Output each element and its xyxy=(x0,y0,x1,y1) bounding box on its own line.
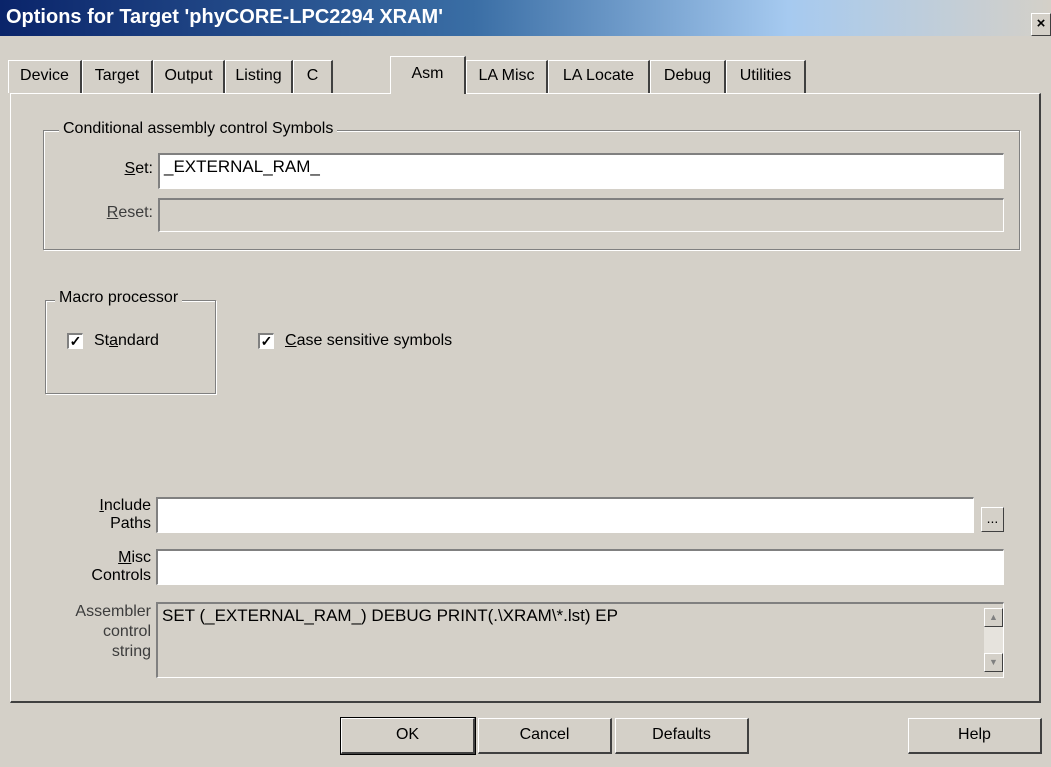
tab-asm[interactable]: Asm xyxy=(390,56,466,94)
scroll-down-button[interactable]: ▼ xyxy=(984,653,1003,672)
set-input[interactable]: _EXTERNAL_RAM_ xyxy=(158,153,1004,189)
case-sensitive-check-box[interactable]: ✓ xyxy=(258,333,274,349)
close-icon: × xyxy=(1036,15,1046,32)
standard-label: Standard xyxy=(94,332,159,349)
scroll-down-icon: ▼ xyxy=(989,657,998,667)
tab-c[interactable]: C xyxy=(293,60,333,93)
reset-label: Reset: xyxy=(106,204,153,221)
tab-la-misc[interactable]: LA Misc xyxy=(466,60,548,93)
tab-bar: Device Target Output Listing C Asm LA Mi… xyxy=(0,56,1051,94)
tab-output[interactable]: Output xyxy=(153,60,225,93)
scroll-up-icon: ▲ xyxy=(989,612,998,622)
tab-listing[interactable]: Listing xyxy=(225,60,293,93)
conditional-symbols-legend: Conditional assembly control Symbols xyxy=(59,120,338,138)
misc-controls-label: Misc Controls xyxy=(91,549,151,584)
include-paths-label: Include Paths xyxy=(99,497,151,532)
cancel-button[interactable]: Cancel xyxy=(478,718,612,754)
assembler-control-string: SET (_EXTERNAL_RAM_) DEBUG PRINT(.\XRAM\… xyxy=(156,602,1004,678)
standard-checkbox[interactable]: ✓ Standard xyxy=(67,332,159,350)
conditional-symbols-group xyxy=(43,130,1020,250)
tab-debug[interactable]: Debug xyxy=(650,60,726,93)
asm-tab-page: Conditional assembly control Symbols Set… xyxy=(10,93,1041,703)
tab-device[interactable]: Device xyxy=(8,60,82,93)
tab-target[interactable]: Target xyxy=(82,60,153,93)
help-button[interactable]: Help xyxy=(908,718,1042,754)
include-paths-input[interactable] xyxy=(156,497,974,533)
assembler-control-label: Assembler control string xyxy=(75,603,151,660)
ok-button[interactable]: OK xyxy=(340,717,476,755)
scroll-track[interactable] xyxy=(984,627,1003,653)
assembler-control-value: SET (_EXTERNAL_RAM_) DEBUG PRINT(.\XRAM\… xyxy=(162,606,618,625)
title-bar: Options for Target 'phyCORE-LPC2294 XRAM… xyxy=(0,0,1051,36)
tab-la-locate[interactable]: LA Locate xyxy=(548,60,650,93)
case-sensitive-checkbox[interactable]: ✓ Case sensitive symbols xyxy=(258,332,452,350)
standard-check-box[interactable]: ✓ xyxy=(67,333,83,349)
window-title: Options for Target 'phyCORE-LPC2294 XRAM… xyxy=(6,6,443,28)
set-label: Set: xyxy=(124,160,153,177)
misc-controls-input[interactable] xyxy=(156,549,1004,585)
macro-processor-legend: Macro processor xyxy=(55,289,183,307)
scroll-up-button[interactable]: ▲ xyxy=(984,608,1003,627)
defaults-button[interactable]: Defaults xyxy=(615,718,749,754)
case-sensitive-label: Case sensitive symbols xyxy=(285,332,453,349)
close-button[interactable]: × xyxy=(1031,13,1051,36)
reset-input[interactable] xyxy=(158,198,1004,232)
tab-utilities[interactable]: Utilities xyxy=(726,60,806,93)
include-paths-browse-button[interactable]: ... xyxy=(981,507,1004,532)
